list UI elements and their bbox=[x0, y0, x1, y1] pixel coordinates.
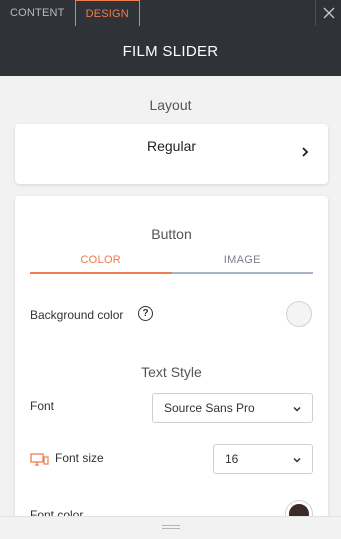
font-color-swatch[interactable] bbox=[286, 501, 312, 516]
text-style-title: Text Style bbox=[141, 364, 202, 380]
button-settings-card: Button COLOR IMAGE Background color ? Te… bbox=[15, 196, 328, 516]
font-size-value: 16 bbox=[225, 452, 239, 466]
top-tab-bar: CONTENT DESIGN bbox=[0, 0, 341, 26]
background-color-swatch[interactable] bbox=[286, 301, 312, 327]
close-icon bbox=[323, 7, 334, 19]
layout-value: Regular bbox=[146, 138, 197, 154]
font-select-value: Source Sans Pro bbox=[164, 401, 255, 415]
panel-title-bar: FILM SLIDER bbox=[0, 26, 341, 76]
grip-icon bbox=[162, 525, 180, 529]
font-label: Font bbox=[30, 399, 55, 413]
font-size-select[interactable]: 16 bbox=[213, 444, 313, 474]
desktop-icon[interactable] bbox=[30, 453, 49, 467]
font-size-label: Font size bbox=[55, 451, 104, 465]
help-icon[interactable]: ? bbox=[138, 306, 153, 321]
font-select[interactable]: Source Sans Pro bbox=[152, 393, 313, 423]
tab-color[interactable]: COLOR bbox=[30, 248, 172, 274]
chevron-down-icon bbox=[293, 457, 301, 463]
close-button[interactable] bbox=[315, 0, 341, 26]
design-panel: Layout Regular Button COLOR IMAGE Backgr… bbox=[0, 76, 341, 516]
background-color-label: Background color bbox=[30, 308, 124, 322]
chevron-down-icon bbox=[293, 406, 301, 412]
chevron-right-icon bbox=[302, 147, 309, 157]
tab-image[interactable]: IMAGE bbox=[171, 248, 313, 274]
tab-design[interactable]: DESIGN bbox=[74, 0, 140, 26]
panel-resize-handle[interactable] bbox=[0, 516, 341, 539]
button-style-tabs: COLOR IMAGE bbox=[30, 248, 313, 274]
tab-content[interactable]: CONTENT bbox=[0, 0, 75, 26]
panel-title: FILM SLIDER bbox=[122, 42, 219, 60]
font-color-label: Font color bbox=[30, 508, 84, 516]
layout-selector[interactable]: Regular bbox=[15, 124, 328, 184]
layout-section-title: Layout bbox=[149, 97, 192, 113]
button-section-title: Button bbox=[151, 226, 192, 242]
